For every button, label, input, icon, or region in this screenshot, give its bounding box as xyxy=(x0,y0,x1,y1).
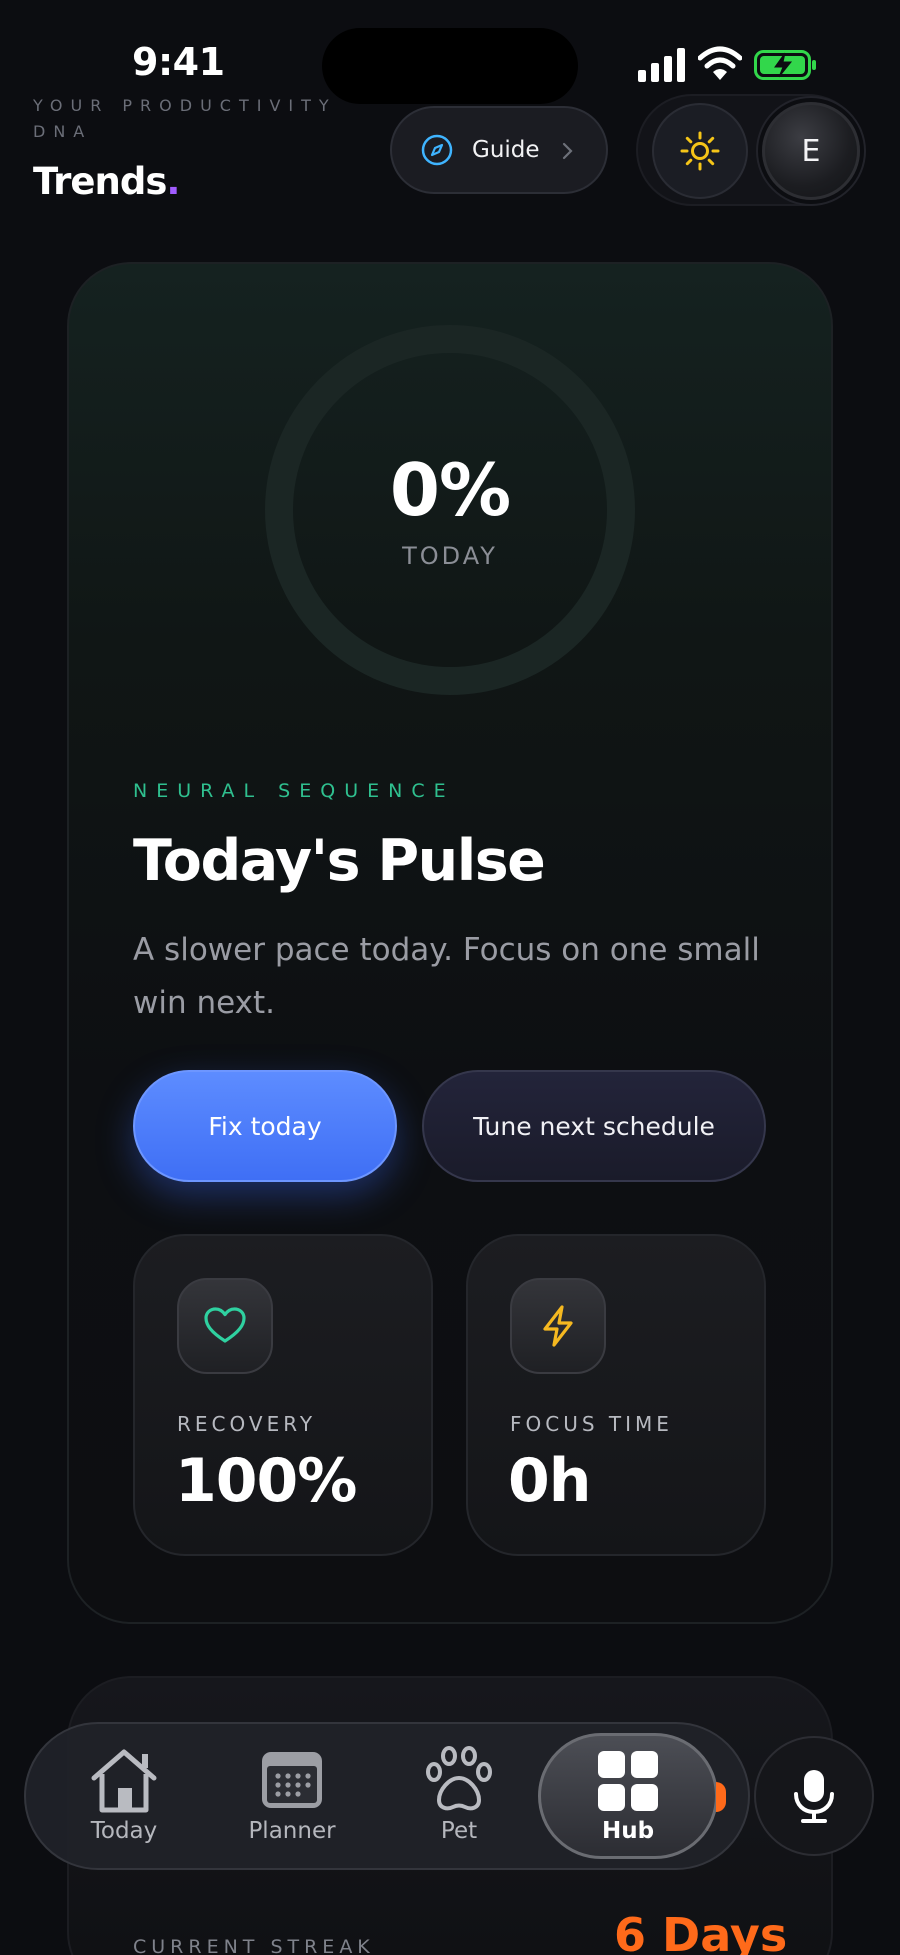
nav-label-today: Today xyxy=(90,1818,158,1844)
recovery-icon-tile xyxy=(177,1278,273,1374)
nav-label-hub: Hub xyxy=(601,1818,655,1844)
title-dot: . xyxy=(166,160,180,203)
calendar-icon xyxy=(262,1752,322,1808)
voice-input-button[interactable] xyxy=(754,1736,874,1856)
compass-icon xyxy=(421,134,453,166)
focus-time-label: FOCUS TIME xyxy=(510,1412,673,1436)
sun-icon xyxy=(680,131,720,171)
fix-today-button[interactable]: Fix today xyxy=(133,1070,397,1182)
focus-time-value: 0h xyxy=(508,1446,591,1516)
home-icon xyxy=(91,1749,157,1813)
progress-label: TODAY xyxy=(402,542,498,570)
bolt-icon xyxy=(543,1305,573,1347)
recovery-value: 100% xyxy=(175,1446,357,1516)
focus-icon-tile xyxy=(510,1278,606,1374)
page-title: Trends. xyxy=(33,160,180,203)
chevron-right-icon xyxy=(562,142,573,160)
nav-item-planner[interactable]: Planner xyxy=(222,1740,362,1852)
focus-time-card[interactable]: FOCUS TIME 0h xyxy=(466,1234,766,1556)
streak-label: CURRENT STREAK xyxy=(133,1936,375,1955)
grid-icon xyxy=(598,1751,658,1811)
avatar[interactable]: E xyxy=(762,102,860,200)
nav-label-pet: Pet xyxy=(440,1818,478,1844)
guide-button[interactable]: Guide xyxy=(390,106,608,194)
header-eyebrow: YOUR PRODUCTIVITY DNA xyxy=(33,96,337,141)
nav-item-hub[interactable]: Hub xyxy=(538,1733,718,1859)
recovery-label: RECOVERY xyxy=(177,1412,317,1436)
theme-toggle-button[interactable] xyxy=(652,103,748,199)
sequence-label: NEURAL SEQUENCE xyxy=(133,780,455,802)
guide-label: Guide xyxy=(472,137,540,163)
page-title-text: Trends xyxy=(33,160,167,203)
wifi-icon xyxy=(698,46,742,80)
battery-charging-icon xyxy=(754,50,816,80)
recovery-card[interactable]: RECOVERY 100% xyxy=(133,1234,433,1556)
pulse-subtitle: A slower pace today. Focus on one small … xyxy=(133,932,760,1021)
status-time: 9:41 xyxy=(132,40,225,84)
nav-item-today[interactable]: Today xyxy=(54,1740,194,1852)
tune-schedule-button[interactable]: Tune next schedule xyxy=(422,1070,766,1182)
pulse-title: Today's Pulse xyxy=(133,828,546,894)
nav-item-pet[interactable]: Pet xyxy=(389,1740,529,1852)
progress-percent: 0% xyxy=(389,448,511,532)
heart-icon xyxy=(204,1307,246,1343)
cellular-signal-icon xyxy=(638,48,685,82)
nav-label-planner: Planner xyxy=(248,1818,336,1844)
microphone-icon xyxy=(794,1770,834,1823)
paw-icon xyxy=(426,1746,492,1811)
streak-value: 6 Days xyxy=(614,1908,788,1955)
